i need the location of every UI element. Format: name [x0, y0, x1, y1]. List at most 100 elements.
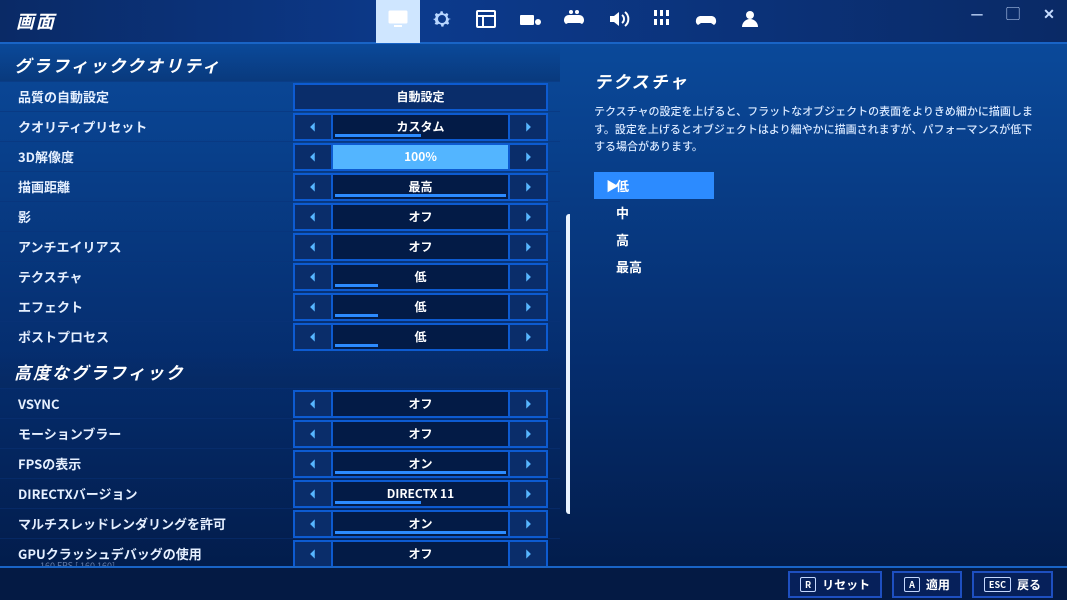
setting-row[interactable]: 3D解像度100% [0, 141, 560, 171]
footer-戻る[interactable]: ESC戻る [972, 571, 1053, 598]
next-arrow[interactable] [508, 510, 548, 538]
setting-value: オン [333, 450, 508, 478]
setting-value: 最高 [333, 173, 508, 201]
setting-value: 100% [333, 143, 508, 171]
help-option[interactable]: 最高 [594, 253, 714, 280]
setting-label: DIRECTXバージョン [18, 484, 293, 503]
prev-arrow[interactable] [293, 173, 333, 201]
tab-kbm[interactable] [508, 0, 552, 43]
setting-row[interactable]: ポストプロセス低 [0, 321, 560, 351]
setting-row[interactable]: クオリティプリセットカスタム [0, 111, 560, 141]
help-option[interactable]: 中 [594, 199, 714, 226]
help-option[interactable]: 高 [594, 226, 714, 253]
chevron-left-icon [306, 235, 320, 259]
next-arrow[interactable] [508, 113, 548, 141]
setting-row[interactable]: 品質の自動設定自動設定 [0, 81, 560, 111]
chevron-left-icon [306, 512, 320, 536]
prev-arrow[interactable] [293, 233, 333, 261]
chevron-left-icon [306, 295, 320, 319]
settings-list: グラフィッククオリティ品質の自動設定自動設定クオリティプリセットカスタム3D解像… [0, 44, 570, 578]
footer-リセット[interactable]: Rリセット [788, 571, 882, 598]
tab-touch[interactable] [640, 0, 684, 43]
chevron-right-icon [521, 452, 535, 476]
close-button[interactable]: ✕ [1031, 0, 1067, 28]
minimize-button[interactable]: — [959, 0, 995, 28]
next-arrow[interactable] [508, 390, 548, 418]
setting-value: 低 [333, 263, 508, 291]
chevron-left-icon [306, 115, 320, 139]
setting-row[interactable]: アンチエイリアスオフ [0, 231, 560, 261]
prev-arrow[interactable] [293, 113, 333, 141]
setting-value: オフ [333, 540, 508, 568]
chevron-right-icon [521, 325, 535, 349]
tab-controller[interactable] [552, 0, 596, 43]
setting-row[interactable]: モーションブラーオフ [0, 418, 560, 448]
prev-arrow[interactable] [293, 323, 333, 351]
scrollbar[interactable] [566, 214, 570, 514]
prev-arrow[interactable] [293, 390, 333, 418]
tab-account[interactable] [728, 0, 772, 43]
next-arrow[interactable] [508, 540, 548, 568]
footer-適用[interactable]: A適用 [892, 571, 962, 598]
chevron-right-icon [521, 422, 535, 446]
tab-controller2[interactable] [684, 0, 728, 43]
next-arrow[interactable] [508, 480, 548, 508]
tab-audio[interactable] [596, 0, 640, 43]
setting-value: 低 [333, 323, 508, 351]
prev-arrow[interactable] [293, 293, 333, 321]
prev-arrow[interactable] [293, 540, 333, 568]
footer-label: 適用 [926, 576, 950, 593]
setting-row[interactable]: 描画距離最高 [0, 171, 560, 201]
tab-game[interactable] [420, 0, 464, 43]
setting-row[interactable]: DIRECTXバージョン DIRECTX 11 [0, 478, 560, 508]
help-title: テクスチャ [594, 68, 1043, 93]
next-arrow[interactable] [508, 323, 548, 351]
setting-row[interactable]: エフェクト低 [0, 291, 560, 321]
next-arrow[interactable] [508, 173, 548, 201]
chevron-left-icon [306, 325, 320, 349]
prev-arrow[interactable] [293, 450, 333, 478]
setting-row[interactable]: 影 オフ [0, 201, 560, 231]
tab-display[interactable] [376, 0, 420, 43]
setting-label: クオリティプリセット [18, 117, 293, 136]
setting-label: 影 [18, 207, 293, 226]
key-badge: R [800, 577, 816, 592]
help-option[interactable]: ▶低 [594, 172, 714, 199]
prev-arrow[interactable] [293, 143, 333, 171]
next-arrow[interactable] [508, 263, 548, 291]
next-arrow[interactable] [508, 143, 548, 171]
setting-value: DIRECTX 11 [333, 480, 508, 508]
next-arrow[interactable] [508, 420, 548, 448]
prev-arrow[interactable] [293, 510, 333, 538]
prev-arrow[interactable] [293, 203, 333, 231]
page-title: 画面 [0, 8, 56, 34]
chevron-right-icon [521, 295, 535, 319]
monitor-icon [386, 7, 410, 36]
setting-value: オフ [333, 390, 508, 418]
auto-set-button[interactable]: 自動設定 [293, 83, 548, 111]
prev-arrow[interactable] [293, 263, 333, 291]
setting-row[interactable]: マルチスレッドレンダリングを許可オン [0, 508, 560, 538]
chevron-right-icon [521, 115, 535, 139]
setting-value: オフ [333, 203, 508, 231]
chevron-left-icon [306, 452, 320, 476]
setting-row[interactable]: テクスチャ低 [0, 261, 560, 291]
next-arrow[interactable] [508, 293, 548, 321]
chevron-left-icon [306, 482, 320, 506]
prev-arrow[interactable] [293, 420, 333, 448]
controller-icon [562, 7, 586, 36]
next-arrow[interactable] [508, 203, 548, 231]
chevron-right-icon [521, 145, 535, 169]
maximize-button[interactable]: ▢ [995, 0, 1031, 28]
next-arrow[interactable] [508, 233, 548, 261]
setting-row[interactable]: VSYNCオフ [0, 388, 560, 418]
setting-row[interactable]: FPSの表示 オン [0, 448, 560, 478]
gamepad-icon [694, 7, 718, 36]
section-header: 高度なグラフィック [0, 351, 560, 388]
setting-label: FPSの表示 [18, 454, 293, 473]
prev-arrow[interactable] [293, 480, 333, 508]
chevron-left-icon [306, 265, 320, 289]
browser-icon [474, 7, 498, 36]
next-arrow[interactable] [508, 450, 548, 478]
tab-ui[interactable] [464, 0, 508, 43]
